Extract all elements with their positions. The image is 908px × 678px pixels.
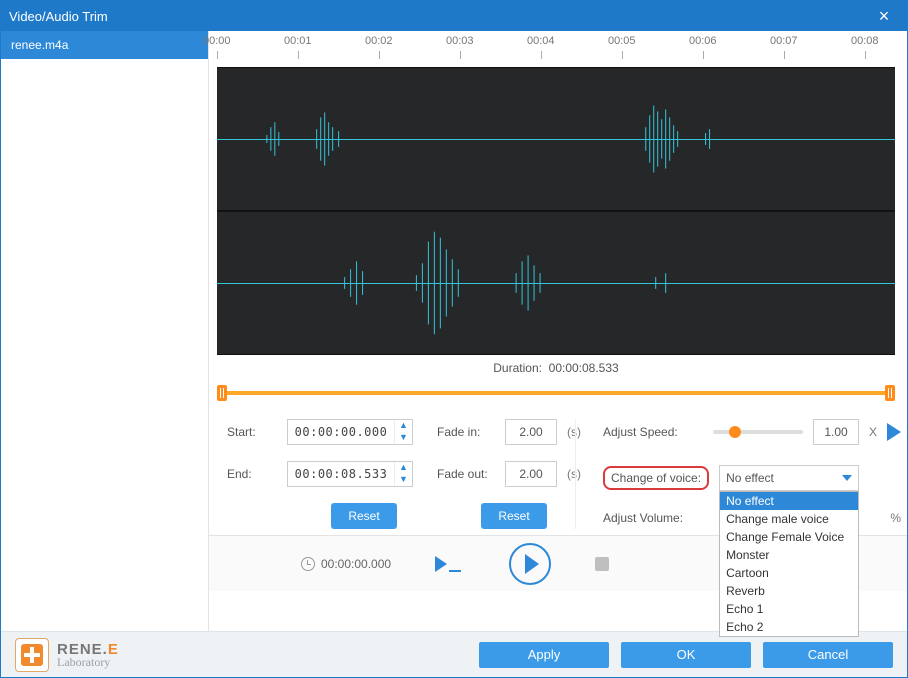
voice-label: Change of voice:: [611, 471, 701, 485]
play-button[interactable]: [509, 543, 551, 585]
chevron-down-icon[interactable]: ▼: [395, 432, 412, 444]
voice-option[interactable]: Change Female Voice: [720, 528, 858, 546]
seconds-unit: (s): [567, 425, 581, 439]
fadeout-input[interactable]: [505, 461, 557, 487]
ruler-tick: 00:01: [284, 35, 312, 47]
voice-option[interactable]: No effect: [720, 492, 858, 510]
ruler-tick: 00:04: [527, 35, 555, 47]
ruler-tick: 00:08: [851, 35, 879, 47]
start-time-field[interactable]: [288, 425, 394, 439]
start-time-input[interactable]: ▲▼: [287, 419, 413, 445]
speed-value-input[interactable]: [813, 419, 859, 445]
chevron-down-icon[interactable]: ▼: [395, 474, 412, 486]
trim-handle-end[interactable]: [885, 385, 895, 401]
seconds-unit: (s): [567, 467, 581, 481]
volume-label: Adjust Volume:: [603, 511, 703, 525]
controls-panel: Start: ▲▼ Fade in: (s) End: ▲▼: [209, 401, 907, 535]
waveform-left-channel[interactable]: [217, 67, 895, 211]
brand-logo: RENE.E Laboratory: [15, 638, 119, 672]
voice-option[interactable]: Change male voice: [720, 510, 858, 528]
waveform-right-channel[interactable]: [217, 211, 895, 355]
voice-dropdown[interactable]: No effect: [719, 465, 859, 491]
fadeout-label: Fade out:: [437, 467, 495, 481]
ruler-tick: 00:07: [770, 35, 798, 47]
voice-option[interactable]: Echo 2: [720, 618, 858, 636]
voice-selected-value: No effect: [726, 471, 774, 485]
controls-right: Adjust Speed: X Change of voice: No effe…: [603, 419, 901, 529]
reset-trim-button[interactable]: Reset: [331, 503, 397, 529]
trim-slider-region: Duration: 00:00:08.533: [209, 355, 907, 401]
ruler-tick: 00:05: [608, 35, 636, 47]
volume-unit: %: [890, 511, 901, 525]
ruler-tick: 00:03: [446, 35, 474, 47]
playback-time: 00:00:00.000: [301, 557, 391, 571]
voice-dropdown-list[interactable]: No effect Change male voice Change Femal…: [719, 491, 859, 637]
speed-slider[interactable]: [713, 430, 803, 434]
end-time-input[interactable]: ▲▼: [287, 461, 413, 487]
trim-handle-start[interactable]: [217, 385, 227, 401]
speed-label: Adjust Speed:: [603, 425, 703, 439]
fadein-input[interactable]: [505, 419, 557, 445]
sidebar-file-item[interactable]: renee.m4a: [1, 31, 208, 59]
ruler-tick: 00:02: [365, 35, 393, 47]
window: Video/Audio Trim × renee.m4a 00:00 00:01…: [0, 0, 908, 678]
chevron-down-icon: [842, 475, 852, 481]
ruler-and-waveform: 00:00 00:01 00:02 00:03 00:04 00:05 00:0…: [209, 31, 907, 355]
logo-badge-icon: [15, 638, 49, 672]
ruler-tick: 00:06: [689, 35, 717, 47]
voice-option[interactable]: Monster: [720, 546, 858, 564]
end-time-field[interactable]: [288, 467, 394, 481]
logo-subtext: Laboratory: [57, 656, 119, 668]
voice-label-highlight: Change of voice:: [603, 466, 709, 490]
ok-button[interactable]: OK: [621, 642, 751, 668]
window-title: Video/Audio Trim: [9, 9, 869, 24]
fadein-label: Fade in:: [437, 425, 495, 439]
play-icon: [525, 554, 539, 574]
controls-left: Start: ▲▼ Fade in: (s) End: ▲▼: [227, 419, 587, 529]
clock-icon: [301, 557, 315, 571]
chevron-up-icon[interactable]: ▲: [395, 462, 412, 474]
end-label: End:: [227, 467, 277, 481]
time-ruler: 00:00 00:01 00:02 00:03 00:04 00:05 00:0…: [217, 31, 895, 67]
speed-unit: X: [869, 425, 877, 439]
ruler-tick: 00:00: [203, 35, 231, 47]
play-preview-icon[interactable]: [887, 423, 901, 441]
main-panel: 00:00 00:01 00:02 00:03 00:04 00:05 00:0…: [209, 31, 907, 631]
body: renee.m4a 00:00 00:01 00:02 00:03 00:04 …: [1, 31, 907, 631]
titlebar: Video/Audio Trim ×: [1, 1, 907, 31]
footer: RENE.E Laboratory Apply OK Cancel: [1, 631, 907, 677]
close-icon[interactable]: ×: [869, 6, 899, 27]
duration-readout: Duration: 00:00:08.533: [217, 355, 895, 385]
voice-option[interactable]: Echo 1: [720, 600, 858, 618]
voice-option[interactable]: Cartoon: [720, 564, 858, 582]
trim-range-bar[interactable]: [217, 385, 895, 401]
chevron-up-icon[interactable]: ▲: [395, 420, 412, 432]
start-label: Start:: [227, 425, 277, 439]
cancel-button[interactable]: Cancel: [763, 642, 893, 668]
reset-fade-button[interactable]: Reset: [481, 503, 547, 529]
voice-dropdown-wrap: No effect No effect Change male voice Ch…: [719, 465, 901, 491]
apply-button[interactable]: Apply: [479, 642, 609, 668]
file-sidebar: renee.m4a: [1, 31, 209, 631]
vertical-divider: [575, 419, 576, 529]
stop-button[interactable]: [595, 557, 609, 571]
voice-option[interactable]: Reverb: [720, 582, 858, 600]
play-to-mark-button[interactable]: [435, 556, 461, 572]
